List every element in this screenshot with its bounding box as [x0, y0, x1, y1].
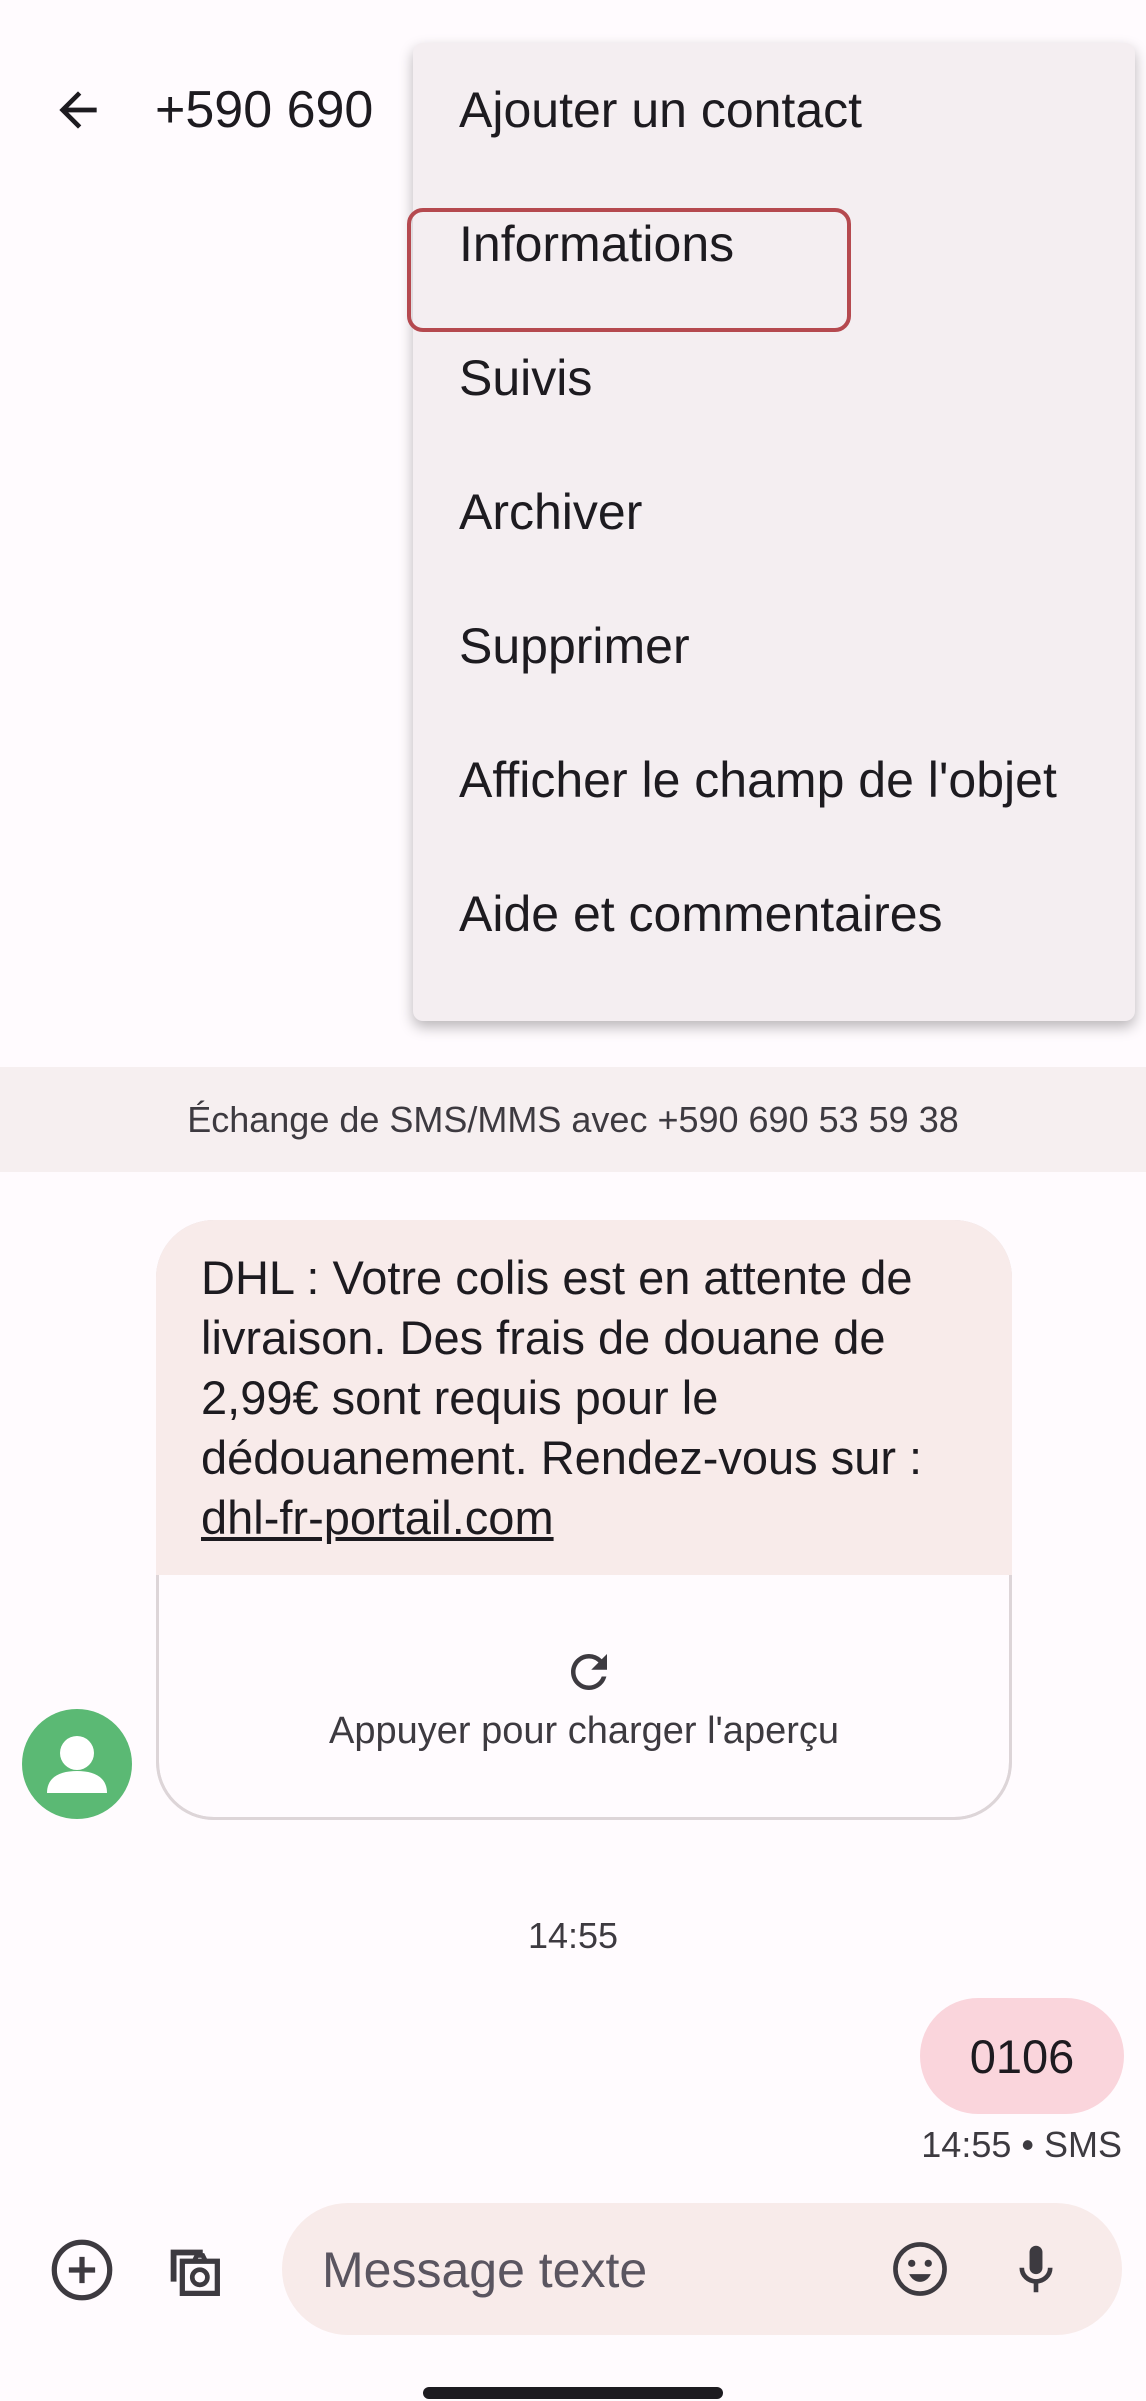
menu-item-archive[interactable]: Archiver: [413, 445, 1135, 579]
incoming-message-body: DHL : Votre colis est en attente de livr…: [156, 1220, 1012, 1575]
outgoing-message-meta: 14:55 • SMS: [921, 2124, 1122, 2165]
menu-item-help-feedback[interactable]: Aide et commentaires: [413, 847, 1135, 981]
conversation-title: +590 690: [155, 81, 374, 139]
outgoing-message-bubble[interactable]: 0106: [920, 1998, 1124, 2114]
overflow-menu: Ajouter un contact Informations Suivis A…: [413, 43, 1135, 1021]
back-button[interactable]: [38, 70, 118, 150]
time-separator: 14:55: [527, 1915, 619, 1956]
arrow-back-icon: [59, 91, 97, 129]
mic-icon: [1019, 2245, 1053, 2293]
add-circle-icon: [51, 2239, 113, 2301]
incoming-message-text: DHL : Votre colis est en attente de livr…: [201, 1251, 923, 1484]
link-preview-loader[interactable]: Appuyer pour charger l'aperçu: [156, 1575, 1012, 1820]
preview-label: Appuyer pour charger l'aperçu: [329, 1710, 839, 1752]
menu-item-show-subject-field[interactable]: Afficher le champ de l'objet: [413, 713, 1135, 847]
navigation-handle[interactable]: [423, 2387, 723, 2399]
conversation-info-band: Échange de SMS/MMS avec +590 690 53 59 3…: [0, 1067, 1146, 1172]
menu-item-highlight: [407, 208, 851, 332]
gallery-button[interactable]: [152, 2228, 236, 2312]
voice-input-button[interactable]: [998, 2231, 1074, 2307]
incoming-message-link[interactable]: dhl-fr-portail.com: [201, 1488, 981, 1548]
message-input[interactable]: [320, 2203, 804, 2337]
menu-item-add-contact[interactable]: Ajouter un contact: [413, 43, 1135, 177]
message-composer[interactable]: [282, 2203, 1122, 2337]
refresh-icon: [571, 1654, 607, 1690]
avatar[interactable]: [22, 1709, 132, 1819]
emoji-button[interactable]: [882, 2231, 958, 2307]
menu-item-delete[interactable]: Supprimer: [413, 579, 1135, 713]
incoming-message-bubble[interactable]: DHL : Votre colis est en attente de livr…: [156, 1220, 1012, 1820]
emoji-icon: [893, 2242, 947, 2296]
gallery-camera-icon: [170, 2249, 220, 2296]
person-icon: [47, 1736, 107, 1793]
add-attachment-button[interactable]: [40, 2228, 124, 2312]
